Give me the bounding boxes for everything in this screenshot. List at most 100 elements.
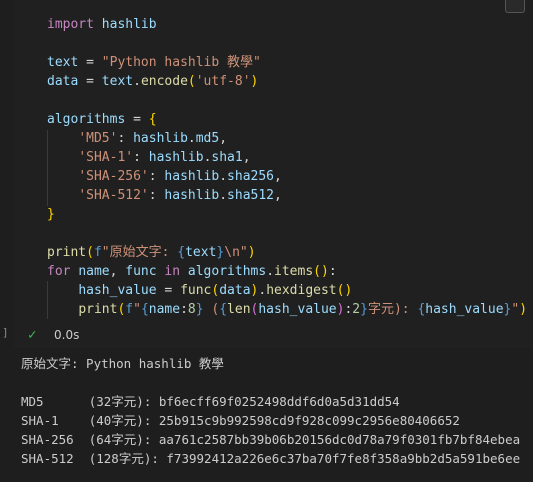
code-line[interactable] bbox=[47, 224, 527, 243]
code-token: 'utf-8' bbox=[195, 74, 251, 89]
code-token: hexdigest bbox=[266, 283, 337, 298]
code-token: { bbox=[148, 112, 157, 127]
code-token: : bbox=[117, 131, 134, 146]
code-token: ( bbox=[187, 74, 196, 89]
code-token: { bbox=[177, 245, 186, 260]
code-token: hash_value bbox=[258, 302, 337, 317]
code-token: print bbox=[47, 245, 87, 260]
code-token: hashlib bbox=[101, 17, 157, 32]
code-token: md5 bbox=[195, 131, 220, 146]
code-token: () bbox=[336, 283, 353, 298]
code-line[interactable]: print(f"{name:8} ({len(hash_value):2}字元)… bbox=[47, 300, 527, 319]
code-line[interactable] bbox=[47, 91, 527, 110]
code-line[interactable] bbox=[47, 34, 527, 53]
code-token: , bbox=[109, 264, 126, 279]
code-token: import bbox=[47, 17, 94, 32]
code-token: 'MD5' bbox=[78, 131, 118, 146]
code-token: f bbox=[125, 302, 134, 317]
cell-left-rail bbox=[0, 0, 14, 322]
code-token: text bbox=[47, 55, 79, 70]
code-token: f bbox=[93, 245, 102, 260]
code-line[interactable]: 'SHA-512': hashlib.sha512, bbox=[47, 186, 527, 205]
code-token: . bbox=[258, 283, 267, 298]
output-line: MD5 (32字元): bf6ecff69f0252498ddf6d0a5d31… bbox=[21, 394, 400, 409]
code-line[interactable]: for name, func in algorithms.items(): bbox=[47, 262, 527, 281]
code-token: 8 bbox=[187, 302, 196, 317]
code-token: = bbox=[125, 112, 149, 127]
code-token: } bbox=[360, 302, 368, 317]
code-token: text bbox=[185, 245, 217, 260]
code-token: { bbox=[219, 302, 228, 317]
code-token: . bbox=[266, 264, 275, 279]
code-token: sha256 bbox=[227, 169, 275, 184]
code-token: \n" bbox=[224, 245, 248, 260]
output-line: 原始文字: Python hashlib 教學 bbox=[21, 356, 224, 371]
code-token: func bbox=[125, 264, 157, 279]
code-token: } bbox=[195, 302, 204, 317]
code-token: 2 bbox=[352, 302, 361, 317]
check-icon: ✓ bbox=[28, 327, 37, 343]
code-token: , bbox=[274, 188, 282, 203]
cell-status-bar: ✓ 0.0s bbox=[14, 322, 533, 348]
code-line[interactable]: text = "Python hashlib 教學" bbox=[47, 53, 527, 72]
code-token: sha512 bbox=[227, 188, 275, 203]
code-token: ) bbox=[519, 302, 528, 317]
code-line[interactable]: } bbox=[47, 205, 527, 224]
code-token: , bbox=[219, 131, 228, 146]
code-token: . bbox=[133, 74, 141, 89]
code-token: : bbox=[148, 188, 165, 203]
code-token: ( bbox=[86, 245, 94, 260]
code-token: name bbox=[148, 302, 181, 317]
code-token: () bbox=[313, 264, 329, 279]
code-line[interactable]: 'SHA-256': hashlib.sha256, bbox=[47, 167, 527, 186]
code-token: = bbox=[78, 74, 102, 89]
code-token: . bbox=[187, 131, 196, 146]
collapse-bracket-icon[interactable]: ] bbox=[2, 326, 9, 339]
code-editor[interactable]: import hashlib text = "Python hashlib 教學… bbox=[47, 15, 527, 319]
code-line[interactable]: 'MD5': hashlib.md5, bbox=[47, 129, 527, 148]
code-token: "Python hashlib 教學" bbox=[101, 55, 261, 70]
code-token: } bbox=[47, 207, 55, 222]
code-token: , bbox=[242, 150, 251, 165]
code-token: hashlib bbox=[164, 188, 220, 203]
code-token: . bbox=[219, 169, 228, 184]
code-token: ) bbox=[250, 74, 259, 89]
code-token: func bbox=[180, 283, 212, 298]
code-token: 'SHA-1' bbox=[78, 150, 134, 165]
code-token: : bbox=[180, 302, 188, 317]
code-token: 'SHA-512' bbox=[78, 188, 149, 203]
code-line[interactable]: import hashlib bbox=[47, 15, 527, 34]
code-token: 'SHA-256' bbox=[78, 169, 149, 184]
code-token: text bbox=[101, 74, 134, 89]
cell-output: 原始文字: Python hashlib 教學 MD5 (32字元): bf6e… bbox=[21, 354, 520, 468]
code-cell[interactable]: import hashlib text = "Python hashlib 教學… bbox=[14, 0, 533, 322]
code-token: = bbox=[78, 55, 102, 70]
code-token: algorithms bbox=[47, 112, 126, 127]
code-line[interactable]: print(f"原始文字: {text}\n") bbox=[47, 243, 527, 262]
code-token: " bbox=[133, 302, 141, 317]
code-token: len bbox=[227, 302, 251, 317]
output-line: SHA-1 (40字元): 25b915c9b992598cd9f928c099… bbox=[21, 413, 460, 428]
execution-time: 0.0s bbox=[54, 328, 80, 342]
code-token: "原始文字: bbox=[101, 245, 178, 260]
code-token: in bbox=[164, 264, 181, 279]
code-token: ) bbox=[247, 245, 256, 260]
code-token: : bbox=[328, 264, 337, 279]
cell-toolbar-button[interactable] bbox=[505, 0, 525, 13]
code-token: { bbox=[140, 302, 149, 317]
code-line[interactable]: 'SHA-1': hashlib.sha1, bbox=[47, 148, 527, 167]
code-line[interactable]: data = text.encode('utf-8') bbox=[47, 72, 527, 91]
output-line: SHA-512 (128字元): f73992412a226e6c37ba70f… bbox=[21, 451, 521, 466]
code-token: . bbox=[219, 188, 228, 203]
code-token: name bbox=[78, 264, 110, 279]
code-token: : bbox=[133, 150, 149, 165]
code-line[interactable]: hash_value = func(data).hexdigest() bbox=[47, 281, 527, 300]
code-line[interactable]: algorithms = { bbox=[47, 110, 527, 129]
code-token: data bbox=[47, 74, 79, 89]
